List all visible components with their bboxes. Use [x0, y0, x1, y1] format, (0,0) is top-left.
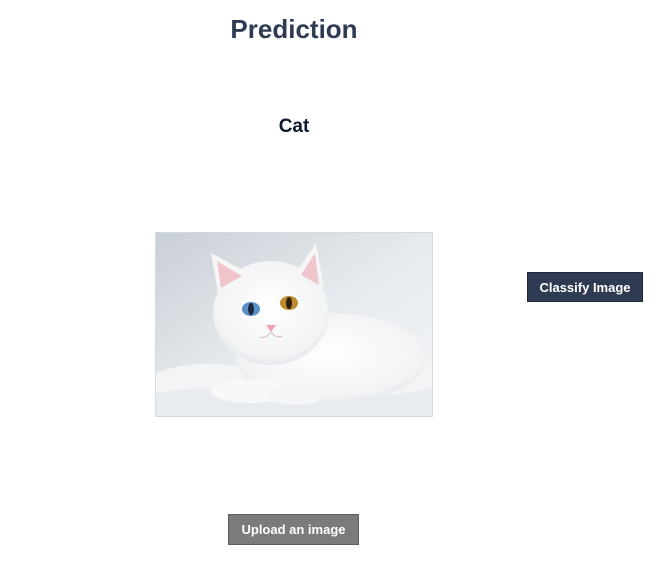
page-title: Prediction	[230, 14, 358, 44]
uploaded-image	[155, 232, 433, 417]
prediction-result: Cat	[278, 116, 310, 137]
upload-image-button[interactable]: Upload an image	[228, 514, 359, 545]
cat-photo-icon	[156, 233, 432, 416]
classify-image-button[interactable]: Classify Image	[527, 272, 643, 302]
